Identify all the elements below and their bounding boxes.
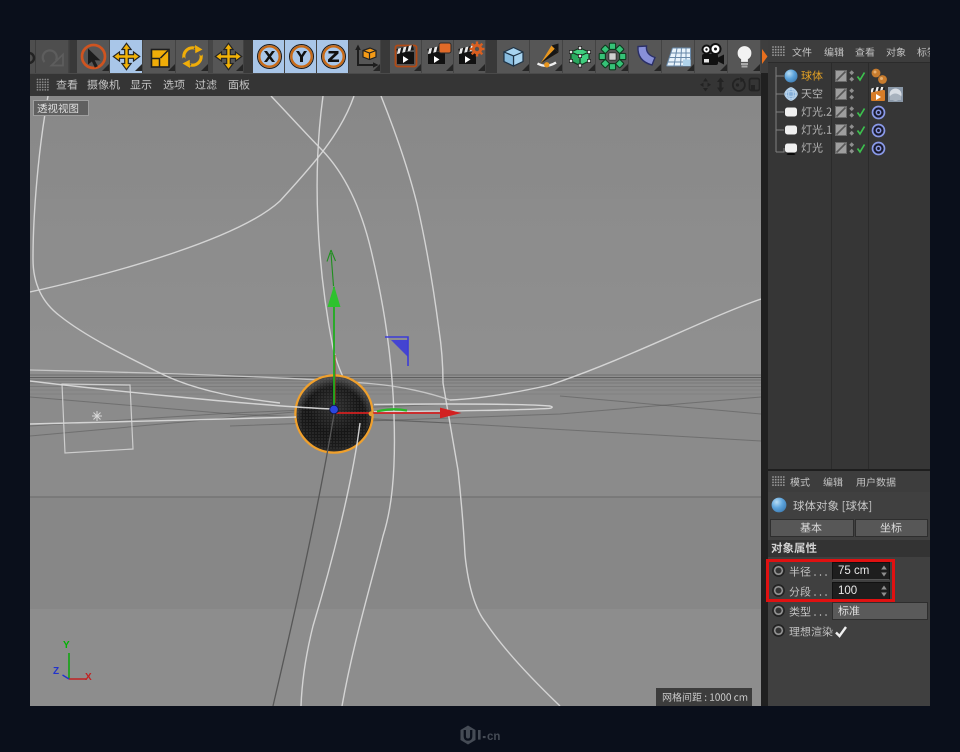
svg-text:cn: cn — [487, 731, 500, 743]
